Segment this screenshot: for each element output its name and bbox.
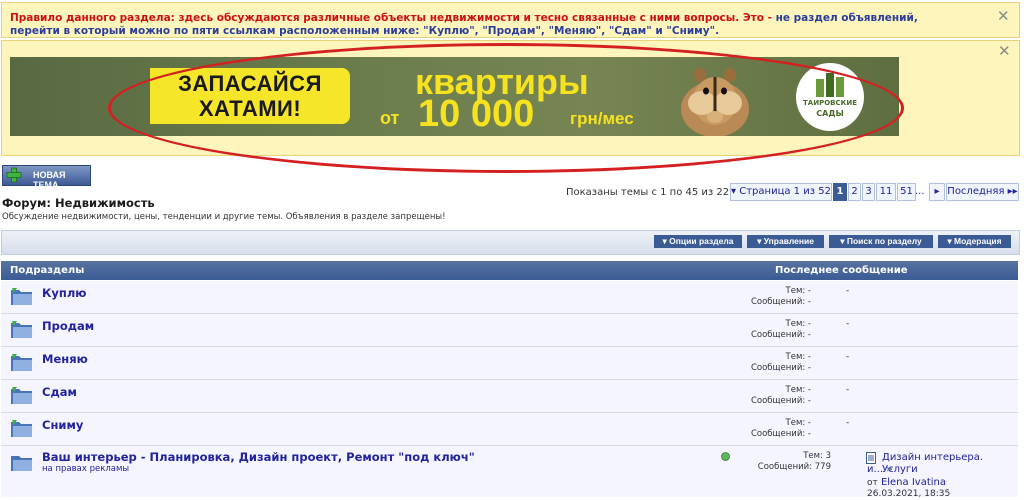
- close-ad-icon[interactable]: ✕: [998, 42, 1011, 60]
- folder-icon: [11, 354, 32, 371]
- new-topic-label: НОВАЯ ТЕМА: [33, 170, 66, 190]
- folder-icon: [11, 387, 32, 404]
- last-post-by-prefix: от: [867, 478, 878, 488]
- notice-text-part1: Правило данного раздела: здесь обсуждают…: [10, 12, 776, 24]
- subforum-row: Сниму Тем: - Сообщений: - -: [1, 413, 1018, 446]
- last-post-author[interactable]: Elena Ivatina: [881, 477, 946, 488]
- last-post-title[interactable]: Дизайн интерьера. Услуги: [882, 452, 1018, 476]
- subforum-link-sell[interactable]: Продам: [42, 319, 94, 333]
- forum-tools-bar: ▾ Опции раздела ▾ Управление ▾ Поиск по …: [1, 230, 1020, 255]
- moderation-button[interactable]: ▾ Модерация: [938, 235, 1011, 248]
- subforum-row: Продам Тем: - Сообщений: - -: [1, 314, 1018, 347]
- topics-shown-count: Показаны темы с 1 по 45 из 2299: [566, 187, 742, 198]
- document-icon: [866, 452, 876, 464]
- subforum-link-interior[interactable]: Ваш интерьер - Планировка, Дизайн проект…: [42, 450, 475, 464]
- highlight-circle: [108, 43, 904, 173]
- posts-count: Сообщений: -: [750, 297, 811, 307]
- page-link[interactable]: 2: [848, 183, 861, 201]
- topics-count: Тем: -: [785, 286, 811, 296]
- page-link-current[interactable]: 1: [833, 183, 847, 201]
- last-post-title-cont[interactable]: и...: [867, 464, 883, 475]
- subforum-link-rent[interactable]: Сниму: [42, 418, 83, 432]
- search-forum-button[interactable]: ▾ Поиск по разделу: [829, 235, 933, 248]
- folder-icon: [11, 456, 32, 471]
- subforum-row-promo: Ваш интерьер - Планировка, Дизайн проект…: [1, 446, 1018, 499]
- subforum-link-buy[interactable]: Куплю: [42, 286, 86, 300]
- topics-count: Тем: -: [785, 418, 811, 428]
- manage-button[interactable]: ▾ Управление: [747, 235, 824, 248]
- last-post: -: [846, 385, 850, 395]
- col-last-post: Последнее сообщение: [775, 265, 908, 276]
- forum-rules-notice: Правило данного раздела: здесь обсуждают…: [1, 2, 1020, 38]
- topics-count: Тем: -: [785, 352, 811, 362]
- subforum-row: Куплю Тем: - Сообщений: - -: [1, 281, 1018, 314]
- page-link[interactable]: 51: [897, 183, 916, 201]
- pagination-ellipsis: ...: [915, 186, 925, 197]
- folder-icon: [11, 288, 32, 305]
- page-jump-dropdown[interactable]: ▾ Страница 1 из 52: [730, 183, 832, 201]
- last-post: -: [846, 418, 850, 428]
- posts-count: Сообщений: -: [750, 330, 811, 340]
- topics-count: Тем: -: [785, 385, 811, 395]
- page-link[interactable]: 3: [862, 183, 875, 201]
- subforum-link-exchange[interactable]: Меняю: [42, 352, 88, 366]
- forum-options-button[interactable]: ▾ Опции раздела: [654, 235, 742, 248]
- last-post: -: [846, 286, 850, 296]
- page-link[interactable]: 11: [876, 183, 896, 201]
- next-page-button[interactable]: ▸: [929, 183, 945, 201]
- notice-not-word: не: [775, 12, 790, 24]
- topics-count: Тем: 3: [803, 451, 831, 461]
- subforum-row: Сдам Тем: - Сообщений: - -: [1, 380, 1018, 413]
- folder-icon: [11, 420, 32, 437]
- col-subforums: Подразделы: [10, 265, 85, 276]
- last-post-date: 26.03.2021, 18:35: [867, 489, 951, 499]
- plus-icon: [6, 167, 22, 183]
- go-to-last-post-icon[interactable]: »: [886, 464, 892, 475]
- posts-count: Сообщений: -: [750, 429, 811, 439]
- last-page-button[interactable]: Последняя ▸▸: [946, 183, 1019, 201]
- page-title: Форум: Недвижимость: [2, 196, 155, 210]
- last-post: -: [846, 352, 850, 362]
- subforums-table-header: Подразделы Последнее сообщение: [1, 261, 1018, 280]
- subforum-row: Меняю Тем: - Сообщений: - -: [1, 347, 1018, 380]
- posts-count: Сообщений: -: [750, 363, 811, 373]
- ad-disclaimer: на правах рекламы: [42, 464, 130, 474]
- folder-icon: [11, 321, 32, 338]
- posts-count: Сообщений: -: [750, 396, 811, 406]
- close-notice-icon[interactable]: ✕: [997, 7, 1010, 25]
- posts-count: Сообщений: 779: [757, 462, 831, 472]
- subforum-link-rent-out[interactable]: Сдам: [42, 385, 77, 399]
- new-topic-button[interactable]: НОВАЯ ТЕМА: [2, 165, 91, 190]
- forum-description: Обсуждение недвижимости, цены, тенденции…: [2, 212, 446, 222]
- last-post: -: [846, 319, 850, 329]
- notice-text: Правило данного раздела: здесь обсуждают…: [10, 12, 970, 38]
- topics-count: Тем: -: [785, 319, 811, 329]
